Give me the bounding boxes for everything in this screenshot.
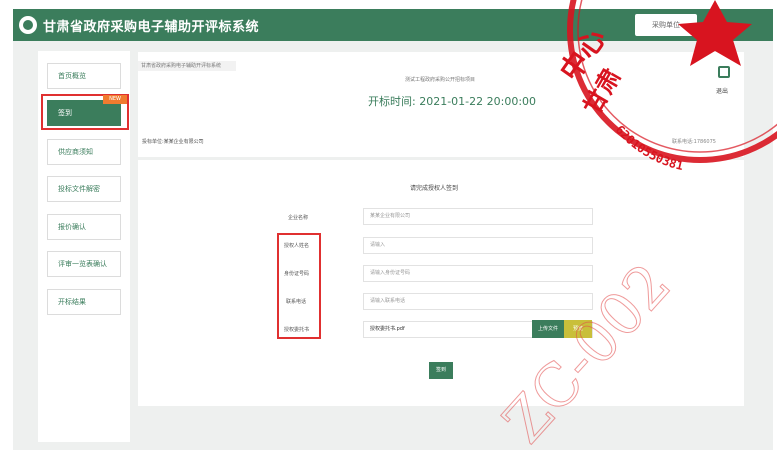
open-time: 开标时间: 2021-01-22 20:00:00	[368, 93, 536, 109]
open-time-value: 2021-01-22 20:00:00	[419, 95, 537, 108]
sidebar-item-result[interactable]: 开标结果	[47, 289, 121, 315]
exit-label[interactable]: 退出	[716, 86, 728, 95]
company-field[interactable]: 某某企业有限公司	[363, 208, 593, 225]
bidder-info: 投标单位:某某企业有限公司	[142, 139, 204, 145]
user-menu-button[interactable]: 采购单位	[635, 14, 697, 36]
submit-button[interactable]: 签到	[429, 362, 453, 379]
sidebar-item-review-list[interactable]: 评审一览表确认	[47, 251, 121, 277]
breadcrumb: 甘肃省政府采购电子辅助开评标系统	[138, 61, 236, 71]
project-name: 测试工程政府采购公开招标项目	[404, 77, 475, 83]
new-badge: NEW	[103, 95, 127, 104]
highlight-frame-labels	[277, 233, 321, 339]
open-time-label: 开标时间:	[368, 95, 416, 108]
logo-icon	[19, 16, 37, 34]
form-title: 请完成授权人签到	[410, 185, 459, 192]
agent-name-input[interactable]: 请输入	[363, 237, 593, 254]
exit-icon[interactable]	[718, 66, 730, 78]
id-number-input[interactable]: 请输入身份证号码	[363, 265, 593, 282]
sidebar-item-notice[interactable]: 供应商须知	[47, 139, 121, 165]
phone-input[interactable]: 请输入联系电话	[363, 293, 593, 310]
sidebar-item-price-confirm[interactable]: 报价确认	[47, 214, 121, 240]
contact-info: 联系电话:1786075	[672, 139, 716, 145]
sidebar-item-home[interactable]: 首页概览	[47, 63, 121, 89]
app-title: 甘肃省政府采购电子辅助开评标系统	[43, 20, 260, 35]
sidebar-item-decrypt[interactable]: 投标文件解密	[47, 176, 121, 202]
label-company: 企业名称	[288, 215, 309, 221]
preview-button[interactable]: 预览	[564, 320, 592, 338]
top-bar: 甘肃省政府采购电子辅助开评标系统 采购单位	[13, 9, 773, 41]
upload-button[interactable]: 上传文件	[532, 320, 564, 338]
